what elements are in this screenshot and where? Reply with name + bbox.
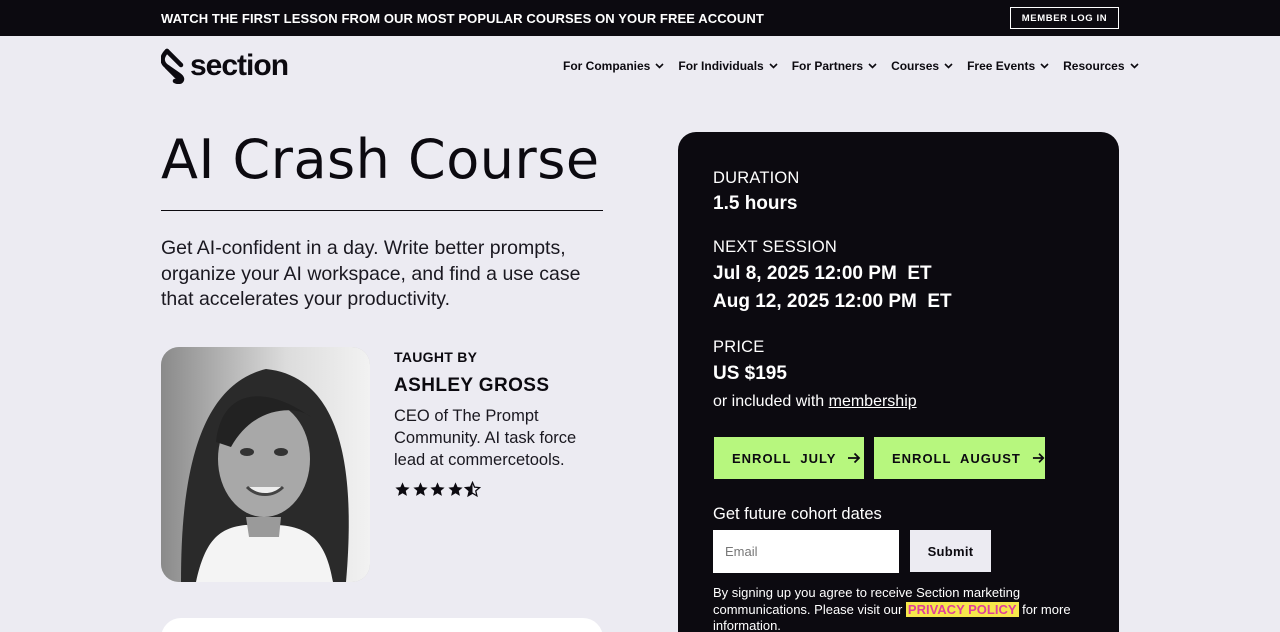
nav-resources[interactable]: Resources bbox=[1063, 59, 1139, 73]
membership-prefix: or included with bbox=[713, 393, 829, 410]
price-label: PRICE bbox=[713, 338, 765, 356]
announcement-bar: WATCH THE FIRST LESSON FROM OUR MOST POP… bbox=[0, 0, 1280, 36]
star-full-icon bbox=[447, 482, 463, 496]
member-login-button[interactable]: MEMBER LOG IN bbox=[1010, 7, 1119, 29]
enroll-july-button[interactable]: ENROLL JULY bbox=[714, 437, 864, 479]
chevron-down-icon bbox=[655, 63, 664, 69]
session-date-1: Jul 8, 2025 12:00 PM ET bbox=[713, 263, 932, 284]
course-subtitle: Get AI-confident in a day. Write better … bbox=[161, 237, 581, 310]
logo-text: section bbox=[190, 49, 289, 82]
enroll-july-label: ENROLL JULY bbox=[732, 450, 837, 466]
enroll-august-button[interactable]: ENROLL AUGUST bbox=[874, 437, 1045, 479]
duration-value: 1.5 hours bbox=[713, 193, 798, 214]
star-full-icon bbox=[430, 482, 445, 496]
nav-for-individuals[interactable]: For Individuals bbox=[678, 59, 778, 73]
star-full-icon bbox=[412, 482, 428, 496]
star-half-icon bbox=[464, 481, 481, 498]
instructor-portrait-image bbox=[161, 347, 370, 582]
nav-label: Courses bbox=[891, 59, 940, 73]
main-nav: For Companies For Individuals For Partne… bbox=[563, 59, 1153, 73]
rating-stars bbox=[394, 481, 482, 498]
nav-courses[interactable]: Courses bbox=[891, 59, 953, 73]
chevron-down-icon bbox=[1040, 63, 1049, 69]
chevron-down-icon bbox=[944, 63, 953, 69]
nav-label: Free Events bbox=[967, 59, 1036, 73]
section-logo-icon bbox=[161, 48, 185, 84]
session-date-2: Aug 12, 2025 12:00 PM ET bbox=[713, 291, 952, 312]
course-info-panel: DURATION 1.5 hours NEXT SESSION Jul 8, 2… bbox=[678, 132, 1119, 632]
submit-button[interactable]: Submit bbox=[910, 530, 991, 572]
membership-link[interactable]: membership bbox=[829, 393, 917, 410]
announcement-text: WATCH THE FIRST LESSON FROM OUR MOST POP… bbox=[161, 11, 764, 26]
arrow-right-icon bbox=[848, 452, 861, 464]
star-full-icon bbox=[395, 482, 410, 496]
next-session-label: NEXT SESSION bbox=[713, 238, 838, 256]
chevron-down-icon bbox=[769, 63, 778, 69]
arrow-right-icon bbox=[1032, 453, 1045, 463]
taught-by-heading: TAUGHT BY bbox=[394, 349, 478, 365]
instructor-name: ASHLEY GROSS bbox=[394, 375, 550, 396]
future-dates-label: Get future cohort dates bbox=[713, 505, 882, 523]
chevron-down-icon bbox=[1129, 63, 1139, 69]
instructor-bio: CEO of The Prompt Community. AI task for… bbox=[394, 407, 577, 469]
nav-for-companies[interactable]: For Companies bbox=[563, 59, 664, 73]
nav-free-events[interactable]: Free Events bbox=[967, 59, 1049, 73]
nav-label: For Companies bbox=[563, 59, 651, 73]
email-input[interactable]: Email bbox=[713, 530, 899, 573]
enroll-august-label: ENROLL AUGUST bbox=[892, 450, 1021, 466]
title-divider bbox=[161, 210, 603, 211]
membership-note: or included with membership bbox=[713, 393, 917, 411]
privacy-policy-link[interactable]: PRIVACY POLICY bbox=[905, 601, 1019, 617]
legal-text: By signing up you agree to receive Secti… bbox=[713, 585, 1083, 632]
price-value: US $195 bbox=[713, 363, 787, 384]
chevron-down-icon bbox=[868, 63, 877, 69]
nav-label: For Partners bbox=[791, 59, 864, 73]
duration-label: DURATION bbox=[713, 169, 800, 187]
page-title: AI Crash Course bbox=[161, 128, 600, 191]
nav-label: For Individuals bbox=[678, 59, 764, 73]
content-card bbox=[161, 618, 603, 632]
nav-for-partners[interactable]: For Partners bbox=[792, 59, 877, 73]
instructor-photo bbox=[161, 347, 370, 582]
section-logo[interactable]: section bbox=[161, 48, 289, 84]
nav-label: Resources bbox=[1063, 59, 1125, 73]
